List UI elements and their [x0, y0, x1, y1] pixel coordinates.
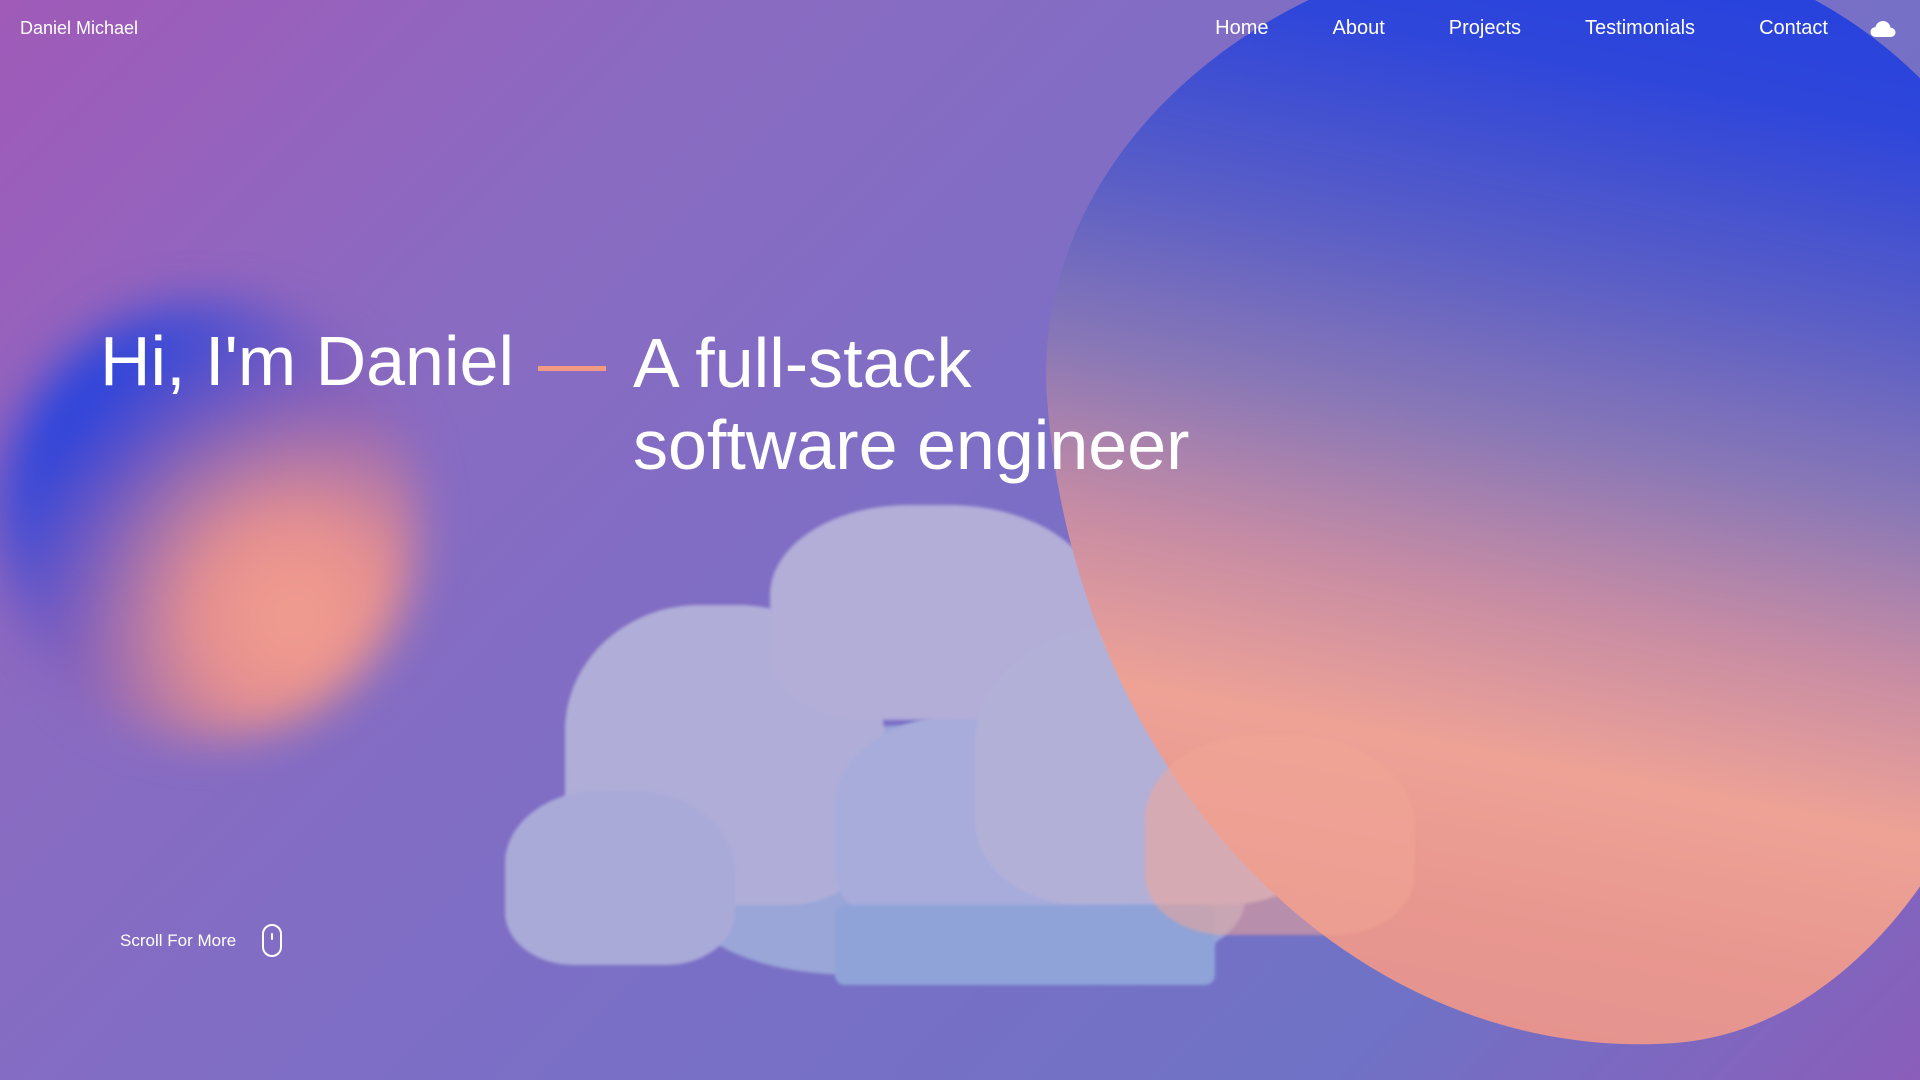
background	[0, 0, 1920, 1080]
nav-about[interactable]: About	[1333, 17, 1385, 40]
nav-testimonials[interactable]: Testimonials	[1585, 17, 1695, 40]
scroll-hint[interactable]: Scroll For More	[120, 924, 283, 957]
main-nav: Home About Projects Testimonials Contact	[1151, 17, 1896, 40]
scroll-hint-label: Scroll For More	[120, 930, 237, 950]
site-logo[interactable]: Daniel Michael	[20, 18, 138, 39]
accent-dash	[538, 366, 606, 371]
mouse-icon[interactable]	[262, 924, 283, 957]
nav-contact[interactable]: Contact	[1759, 17, 1828, 40]
hero-role-line2: software engineer	[633, 406, 1190, 484]
nav-projects[interactable]: Projects	[1449, 17, 1521, 40]
hero-role: A full-stack software engineer	[633, 322, 1189, 486]
nav-home[interactable]: Home	[1215, 17, 1268, 40]
hero-greeting: Hi, I'm Daniel	[100, 322, 515, 400]
cloud-icon[interactable]	[1870, 19, 1896, 39]
hero-role-line1: A full-stack	[633, 324, 972, 402]
